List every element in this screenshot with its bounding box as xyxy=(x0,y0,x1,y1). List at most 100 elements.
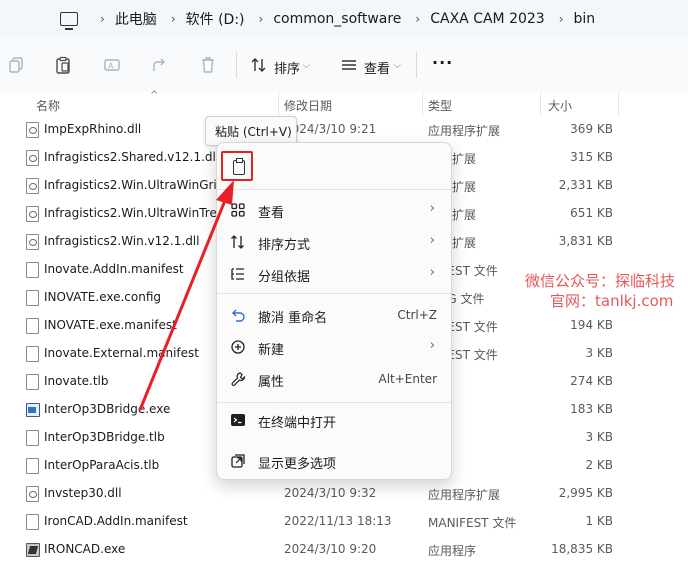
menu-item-label: 排序方式 xyxy=(258,238,311,253)
breadcrumb-item[interactable]: 此电脑 xyxy=(115,9,157,29)
column-divider[interactable] xyxy=(618,92,619,116)
ironcad-app-icon xyxy=(26,543,40,557)
menu-item-label: 分组依据 xyxy=(258,270,311,285)
view-button[interactable]: 查看 xyxy=(364,58,390,77)
column-type[interactable]: 类型 xyxy=(428,97,452,114)
file-size: 183 KB xyxy=(570,402,613,416)
file-size: 194 KB xyxy=(570,318,613,332)
more-button[interactable]: ··· xyxy=(432,53,453,72)
menu-item-label: 新建 xyxy=(258,343,285,358)
chevron-right-icon: › xyxy=(558,12,564,26)
column-divider[interactable] xyxy=(422,92,423,116)
file-name[interactable]: INOVATE.exe.manifest xyxy=(44,318,177,332)
menu-divider xyxy=(217,189,451,190)
chevron-down-icon: ⌵ xyxy=(303,61,310,71)
file-name[interactable]: Inovate.External.manifest xyxy=(44,346,199,360)
file-icon xyxy=(26,346,39,362)
menu-item-new[interactable]: 新建 › xyxy=(217,332,451,362)
context-menu: 查看 › 排序方式 › 分组依据 › 撤消 重命名 Ctrl+Z 新建 › 属性… xyxy=(216,142,452,480)
sort-icon[interactable] xyxy=(250,56,268,74)
file-date: 2024/3/10 9:32 xyxy=(284,486,377,500)
file-type: 应用程序 xyxy=(428,544,477,558)
address-bar[interactable]: › 此电脑 › 软件 (D:) › common_software › CAXA… xyxy=(0,0,688,39)
menu-item-properties[interactable]: 属性 Alt+Enter xyxy=(217,364,451,394)
file-name[interactable]: Infragistics2.Win.v12.1.dll xyxy=(44,234,199,248)
menu-item-show-more-options[interactable]: 显示更多选项 xyxy=(217,446,451,476)
file-name[interactable]: INOVATE.exe.config xyxy=(44,290,161,304)
file-size: 651 KB xyxy=(570,206,613,220)
dll-file-icon xyxy=(26,122,39,138)
undo-icon xyxy=(232,309,245,322)
file-name[interactable]: Inovate.AddIn.manifest xyxy=(44,262,184,276)
dll-file-icon xyxy=(26,206,39,222)
menu-divider xyxy=(217,293,451,294)
tooltip-text: 粘贴 (Ctrl+V) xyxy=(215,125,292,139)
divider xyxy=(416,52,417,78)
file-name[interactable]: InterOpParaAcis.tlb xyxy=(44,458,159,472)
menu-item-label: 显示更多选项 xyxy=(258,457,337,472)
breadcrumb-item[interactable]: 软件 (D:) xyxy=(186,9,245,29)
shortcut-label: Ctrl+Z xyxy=(397,308,437,322)
breadcrumb-item[interactable]: common_software xyxy=(273,11,401,27)
column-divider[interactable] xyxy=(540,92,541,116)
chevron-right-icon: › xyxy=(429,201,435,216)
sort-button[interactable]: 排序 xyxy=(274,58,300,77)
terminal-icon xyxy=(231,414,245,426)
paste-button[interactable] xyxy=(221,151,253,181)
watermark-line2: 官网：tanlkj.com xyxy=(550,292,674,310)
svg-text:A: A xyxy=(108,62,114,71)
watermark-line1: 微信公众号：探临科技 xyxy=(525,272,676,290)
column-divider[interactable] xyxy=(278,92,279,116)
file-date: 2022/11/13 18:13 xyxy=(284,514,392,528)
rename-icon[interactable]: A xyxy=(103,56,121,74)
menu-item-label: 查看 xyxy=(258,206,285,221)
computer-icon[interactable] xyxy=(60,12,78,30)
file-icon xyxy=(26,318,39,334)
column-size[interactable]: 大小 xyxy=(548,97,572,114)
share-icon[interactable] xyxy=(151,56,169,74)
command-bar: A 排序 ⌵ 查看 ⌵ ··· xyxy=(0,38,688,93)
file-name[interactable]: Invstep30.dll xyxy=(44,486,122,500)
menu-item-group[interactable]: 分组依据 › xyxy=(217,259,451,289)
file-name[interactable]: InterOp3DBridge.tlb xyxy=(44,430,165,444)
breadcrumb-item[interactable]: CAXA CAM 2023 xyxy=(430,11,544,27)
table-row[interactable]: IronCAD.AddIn.manifest 2022/11/13 18:13 MA… xyxy=(0,508,688,536)
file-type: 应用程序扩展 xyxy=(428,124,501,138)
table-row[interactable]: ImpExpRhino.dll 2024/3/10 9:21 应用程序扩展 369 K… xyxy=(0,116,688,144)
menu-item-label: 撤消 重命名 xyxy=(258,311,328,326)
file-name[interactable]: IRONCAD.exe xyxy=(44,542,125,556)
menu-item-label: 在终端中打开 xyxy=(258,416,337,431)
wrench-icon xyxy=(231,372,246,386)
view-icon[interactable] xyxy=(340,56,358,74)
file-name[interactable]: Infragistics2.Win.UltraWinTre xyxy=(44,206,217,220)
file-size: 1 KB xyxy=(585,514,613,528)
delete-icon[interactable] xyxy=(199,56,217,74)
divider xyxy=(236,52,237,78)
file-size: 18,835 KB xyxy=(551,542,613,556)
file-name[interactable]: Inovate.tlb xyxy=(44,374,109,388)
file-name[interactable]: ImpExpRhino.dll xyxy=(44,122,141,136)
copy-icon[interactable] xyxy=(8,56,26,74)
table-row[interactable]: IRONCAD.exe 2024/3/10 9:20 应用程序 18,835 KB xyxy=(0,536,688,564)
file-icon xyxy=(26,514,39,530)
file-size: 315 KB xyxy=(570,150,613,164)
menu-item-sort[interactable]: 排序方式 › xyxy=(217,227,451,257)
menu-divider xyxy=(217,402,451,403)
breadcrumb-item[interactable]: bin xyxy=(574,11,596,27)
menu-item-view[interactable]: 查看 › xyxy=(217,195,451,225)
file-name[interactable]: IronCAD.AddIn.manifest xyxy=(44,514,188,528)
chevron-right-icon: › xyxy=(258,12,264,26)
paste-icon[interactable] xyxy=(54,56,72,74)
column-date[interactable]: 修改日期 xyxy=(284,97,332,114)
file-size: 369 KB xyxy=(570,122,613,136)
menu-item-undo-rename[interactable]: 撤消 重命名 Ctrl+Z xyxy=(217,300,451,330)
file-name[interactable]: Infragistics2.Win.UltraWinGric xyxy=(44,178,223,192)
menu-item-open-terminal[interactable]: 在终端中打开 xyxy=(217,405,451,435)
file-name[interactable]: InterOp3DBridge.exe xyxy=(44,402,170,416)
dll-file-icon xyxy=(26,234,39,250)
table-row[interactable]: Invstep30.dll 2024/3/10 9:32 应用程序扩展 2,995 K… xyxy=(0,480,688,508)
file-name[interactable]: Infragistics2.Shared.v12.1.dll xyxy=(44,150,219,164)
dll-file-icon xyxy=(26,178,39,194)
column-name[interactable]: 名称 xyxy=(36,97,60,114)
chevron-right-icon: › xyxy=(170,12,176,26)
